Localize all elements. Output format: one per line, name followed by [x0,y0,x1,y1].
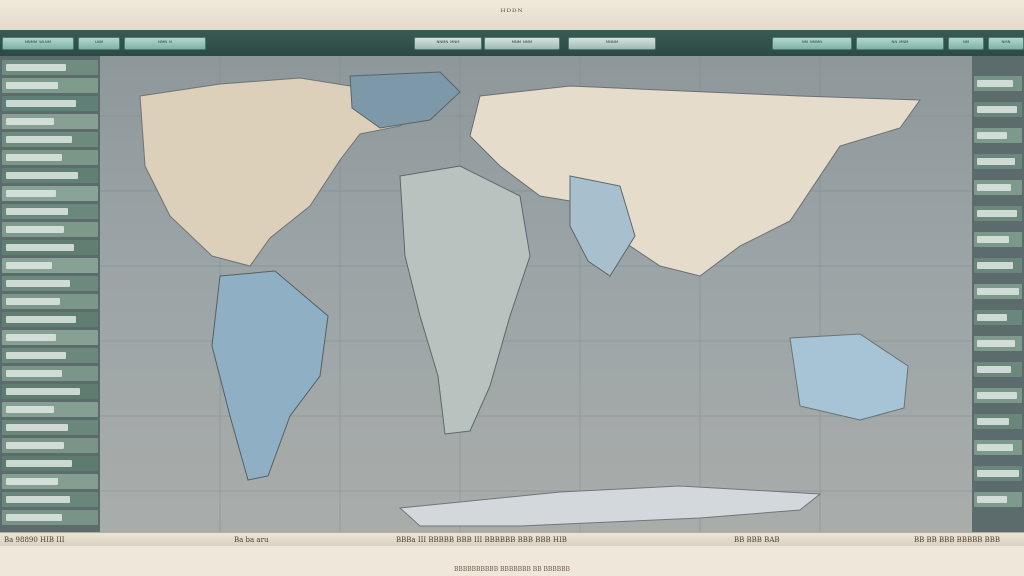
tab-1[interactable]: ᴺᴺᴹᴺ ᴹᴺᴹ [414,37,482,50]
layer-row[interactable] [2,258,98,273]
status-center-right: BB BBB BAB [734,536,780,544]
layer-row[interactable] [2,456,98,471]
legend-row[interactable] [974,128,1022,143]
left-sidebar [0,56,100,532]
layer-row[interactable] [2,438,98,453]
toolbar-button-4[interactable]: ᴺᴹ ᴺᴹᴹᴺ [772,37,852,50]
europe-asia-shape[interactable] [469,85,921,277]
legend-row[interactable] [974,466,1022,481]
layer-row[interactable] [2,150,98,165]
australia-shape[interactable] [789,333,909,421]
layer-row[interactable] [2,114,98,129]
layer-row[interactable] [2,294,98,309]
layer-row[interactable] [2,330,98,345]
layer-row[interactable] [2,78,98,93]
layer-row[interactable] [2,492,98,507]
layer-row[interactable] [2,276,98,291]
layer-row[interactable] [2,240,98,255]
status-center-left: Ba ba aru [234,536,269,544]
toolbar-button-5[interactable]: ᴺᴺ ᴹᴺᴹ [856,37,944,50]
tab-2[interactable]: ᴹᴺᴹ ᴺᴹᴹ [484,37,560,50]
title-bar: ᴴᴰᴰᴺ [0,0,1024,31]
south-america-shape[interactable] [211,270,329,481]
layer-row[interactable] [2,186,98,201]
right-sidebar [972,56,1024,532]
toolbar-button-3[interactable]: ᴺᴹᴺ ᴺ [124,37,206,50]
legend-row[interactable] [974,362,1022,377]
status-left: Ba 98890 HIB III [4,536,65,544]
legend-row[interactable] [974,180,1022,195]
legend-row[interactable] [974,388,1022,403]
tab-3[interactable]: ᴹᴺᴺᴹ [568,37,656,50]
layer-row[interactable] [2,474,98,489]
legend-row[interactable] [974,310,1022,325]
layer-row[interactable] [2,366,98,381]
legend-row[interactable] [974,102,1022,117]
status-center: BBBa III BBBBB BBB III BBBBBB BBB BBB HI… [396,536,567,544]
toolbar-button-6[interactable]: ᴺᴹ [948,37,984,50]
map-canvas [100,56,972,532]
layer-row[interactable] [2,348,98,363]
status-bar: Ba 98890 HIB III Ba ba aru BBBa III BBBB… [0,532,1024,547]
toolbar-button-1[interactable]: ᴺᴺᴹᴹ ᵂᴸᴺᴹ [2,37,74,50]
window-title: ᴴᴰᴰᴺ [500,8,524,18]
legend-row[interactable] [974,414,1022,429]
layer-row[interactable] [2,204,98,219]
layer-row[interactable] [2,222,98,237]
antarctica-shape[interactable] [398,485,822,527]
toolbar-button-2[interactable]: ᴸᴺᴹ [78,37,120,50]
legend-row[interactable] [974,440,1022,455]
toolbar: ᴺᴺᴹᴹ ᵂᴸᴺᴹ ᴸᴺᴹ ᴺᴹᴺ ᴺ ᴺᴺᴹᴺ ᴹᴺᴹ ᴹᴺᴹ ᴺᴹᴹ ᴹᴺᴺ… [0,30,1024,57]
africa-shape[interactable] [399,165,531,435]
footer: BBBBBBBBBB BBBBBBB BB BBBBBB [0,546,1024,576]
legend-row[interactable] [974,206,1022,221]
layer-row[interactable] [2,510,98,525]
app-window: ᴴᴰᴰᴺ ᴺᴺᴹᴹ ᵂᴸᴺᴹ ᴸᴺᴹ ᴺᴹᴺ ᴺ ᴺᴺᴹᴺ ᴹᴺᴹ ᴹᴺᴹ ᴺᴹ… [0,0,1024,576]
toolbar-button-7[interactable]: ᴺᴹᴺ [988,37,1024,50]
layer-row[interactable] [2,168,98,183]
layer-row[interactable] [2,420,98,435]
legend-row[interactable] [974,492,1022,507]
layer-row[interactable] [2,402,98,417]
legend-row[interactable] [974,76,1022,91]
legend-row[interactable] [974,258,1022,273]
legend-row[interactable] [974,232,1022,247]
status-right: BB BB BBB BBBBB BBB [914,536,1001,544]
legend-row[interactable] [974,154,1022,169]
layer-row[interactable] [2,132,98,147]
world-map[interactable] [100,56,972,532]
layer-row[interactable] [2,312,98,327]
layer-row[interactable] [2,60,98,75]
legend-row[interactable] [974,336,1022,351]
legend-row[interactable] [974,284,1022,299]
layer-row[interactable] [2,384,98,399]
footer-caption: BBBBBBBBBB BBBBBBB BB BBBBBB [454,566,570,573]
layer-row[interactable] [2,96,98,111]
